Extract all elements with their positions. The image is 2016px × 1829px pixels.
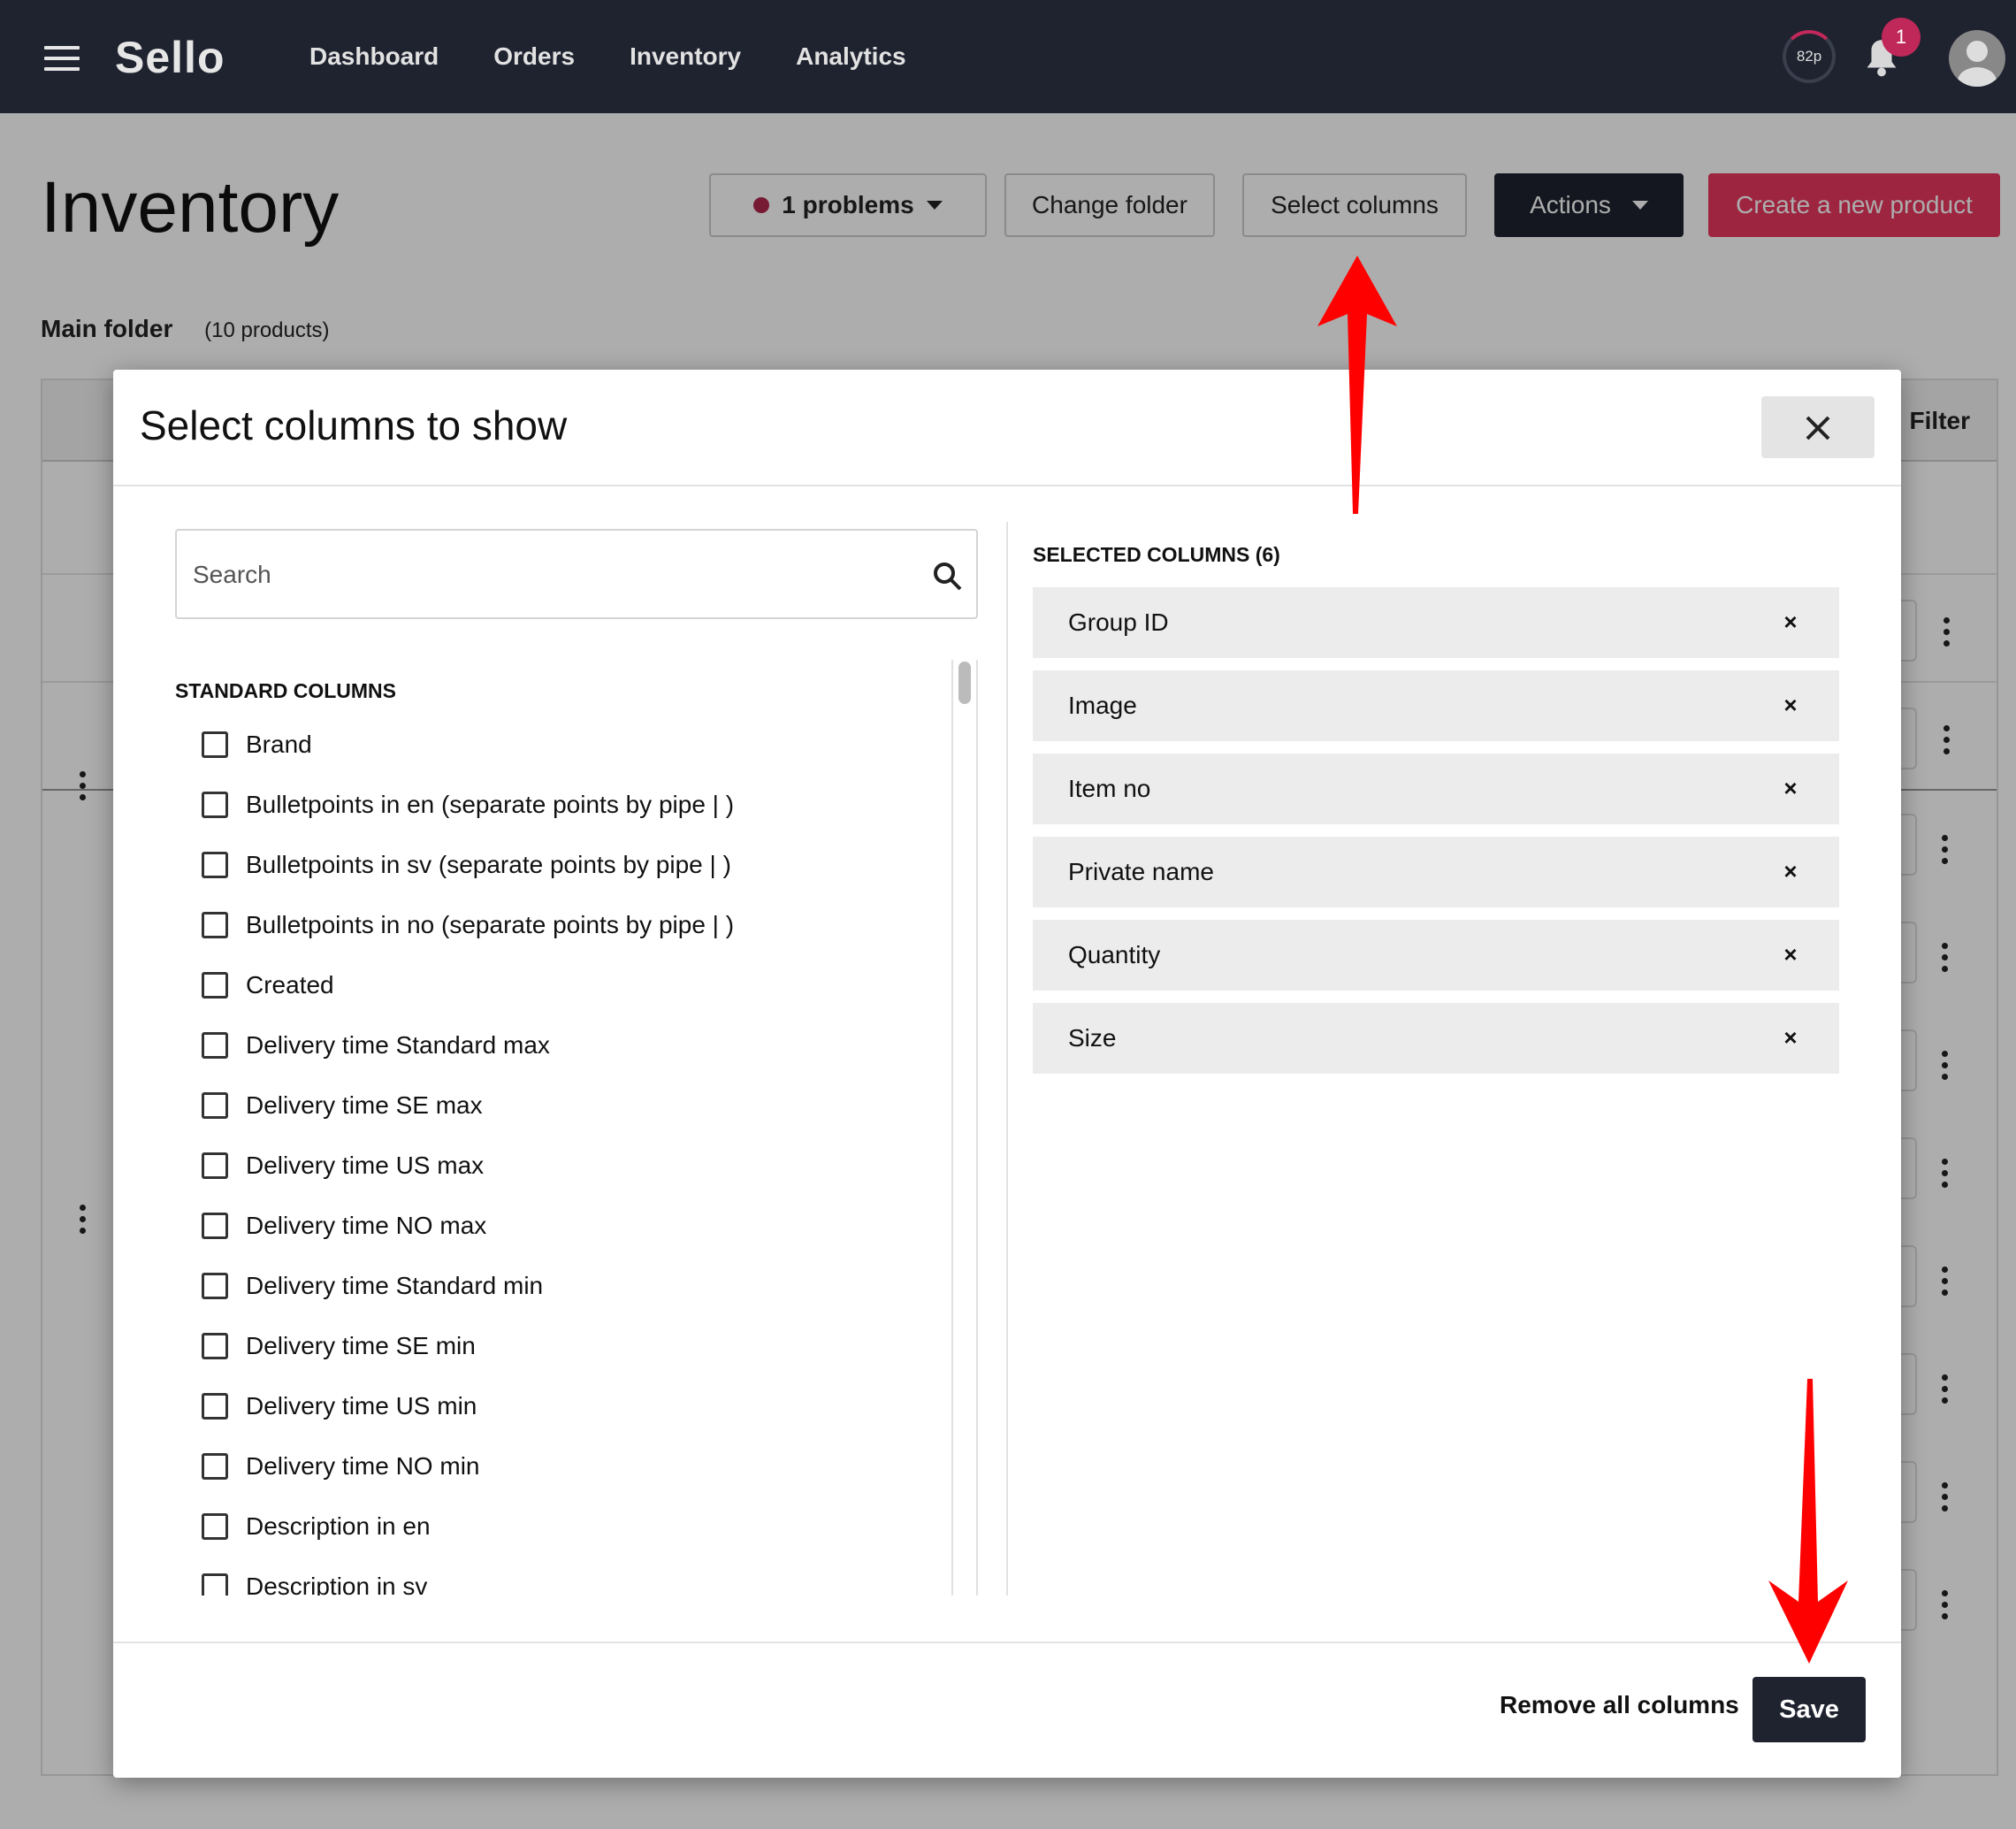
hamburger-menu-icon[interactable] xyxy=(44,46,80,71)
save-button[interactable]: Save xyxy=(1753,1677,1866,1742)
column-option[interactable]: Delivery time Standard max xyxy=(202,1028,550,1063)
checkbox[interactable] xyxy=(202,852,228,878)
checkbox[interactable] xyxy=(202,731,228,758)
remove-column-icon[interactable]: × xyxy=(1777,941,1804,968)
column-option[interactable]: Description in en xyxy=(202,1509,431,1544)
standard-columns-list: Brand Bulletpoints in en (separate point… xyxy=(175,706,953,1596)
selected-columns-heading: SELECTED COLUMNS (6) xyxy=(1033,543,1280,566)
nav-link-inventory[interactable]: Inventory xyxy=(630,42,741,71)
notification-badge: 1 xyxy=(1882,18,1921,57)
divider xyxy=(113,485,1901,486)
column-option[interactable]: Bulletpoints in en (separate points by p… xyxy=(202,787,734,823)
nav-link-analytics[interactable]: Analytics xyxy=(796,42,906,71)
remove-column-icon[interactable]: × xyxy=(1777,692,1804,718)
selected-column-item[interactable]: Private name × xyxy=(1033,837,1839,907)
column-option[interactable]: Bulletpoints in no (separate points by p… xyxy=(202,907,734,943)
column-option[interactable]: Delivery time SE min xyxy=(202,1328,476,1364)
select-columns-modal: Select columns to show STANDARD COLUMNS … xyxy=(113,370,1901,1778)
selected-column-item[interactable]: Group ID × xyxy=(1033,587,1839,658)
checkbox[interactable] xyxy=(202,912,228,938)
top-nav: Sello Dashboard Orders Inventory Analyti… xyxy=(0,0,2016,113)
nav-link-dashboard[interactable]: Dashboard xyxy=(309,42,439,71)
selected-column-item[interactable]: Quantity × xyxy=(1033,920,1839,991)
column-option[interactable]: Brand xyxy=(202,727,312,762)
search-field xyxy=(175,529,978,619)
checkbox[interactable] xyxy=(202,1273,228,1299)
avatar[interactable] xyxy=(1949,30,2005,87)
close-button[interactable] xyxy=(1761,396,1875,458)
checkbox[interactable] xyxy=(202,972,228,999)
column-option[interactable]: Bulletpoints in sv (separate points by p… xyxy=(202,847,731,883)
selected-column-item[interactable]: Image × xyxy=(1033,670,1839,741)
divider xyxy=(1006,522,1008,1596)
checkbox[interactable] xyxy=(202,1333,228,1359)
scrollbar-thumb[interactable] xyxy=(958,662,971,704)
search-input[interactable] xyxy=(193,552,882,598)
search-icon[interactable] xyxy=(930,559,966,594)
remove-column-icon[interactable]: × xyxy=(1777,775,1804,801)
modal-title: Select columns to show xyxy=(140,402,568,448)
logo[interactable]: Sello xyxy=(115,32,225,83)
annotation-arrow-up-icon xyxy=(1317,256,1397,514)
divider xyxy=(113,1642,1901,1643)
column-option[interactable]: Delivery time NO min xyxy=(202,1449,479,1484)
column-option[interactable]: Delivery time NO max xyxy=(202,1208,486,1244)
column-option[interactable]: Delivery time SE max xyxy=(202,1088,483,1123)
selected-column-item[interactable]: Size × xyxy=(1033,1003,1839,1074)
scrollbar[interactable] xyxy=(951,660,978,1596)
remove-all-columns-button[interactable]: Remove all columns xyxy=(1500,1691,1739,1719)
checkbox[interactable] xyxy=(202,1573,228,1596)
close-icon xyxy=(1806,416,1830,440)
checkbox[interactable] xyxy=(202,1032,228,1059)
nav-link-orders[interactable]: Orders xyxy=(493,42,575,71)
standard-columns-heading: STANDARD COLUMNS xyxy=(175,679,397,702)
annotation-arrow-down-icon xyxy=(1768,1379,1848,1664)
column-option[interactable]: Delivery time US max xyxy=(202,1148,484,1183)
remove-column-icon[interactable]: × xyxy=(1777,1024,1804,1051)
selected-column-item[interactable]: Item no × xyxy=(1033,754,1839,824)
nav-links: Dashboard Orders Inventory Analytics xyxy=(309,42,906,71)
column-option[interactable]: Description in sv xyxy=(202,1569,427,1596)
column-option[interactable]: Delivery time US min xyxy=(202,1389,477,1424)
checkbox[interactable] xyxy=(202,792,228,818)
column-option[interactable]: Delivery time Standard min xyxy=(202,1268,543,1304)
checkbox[interactable] xyxy=(202,1453,228,1480)
checkbox[interactable] xyxy=(202,1092,228,1119)
checkbox[interactable] xyxy=(202,1213,228,1239)
remove-column-icon[interactable]: × xyxy=(1777,858,1804,884)
checkbox[interactable] xyxy=(202,1513,228,1540)
user-icon xyxy=(1958,41,1997,87)
credit-indicator[interactable]: 82p xyxy=(1783,30,1836,83)
checkbox[interactable] xyxy=(202,1152,228,1179)
column-option[interactable]: Created xyxy=(202,968,334,1003)
remove-column-icon[interactable]: × xyxy=(1777,608,1804,635)
checkbox[interactable] xyxy=(202,1393,228,1420)
